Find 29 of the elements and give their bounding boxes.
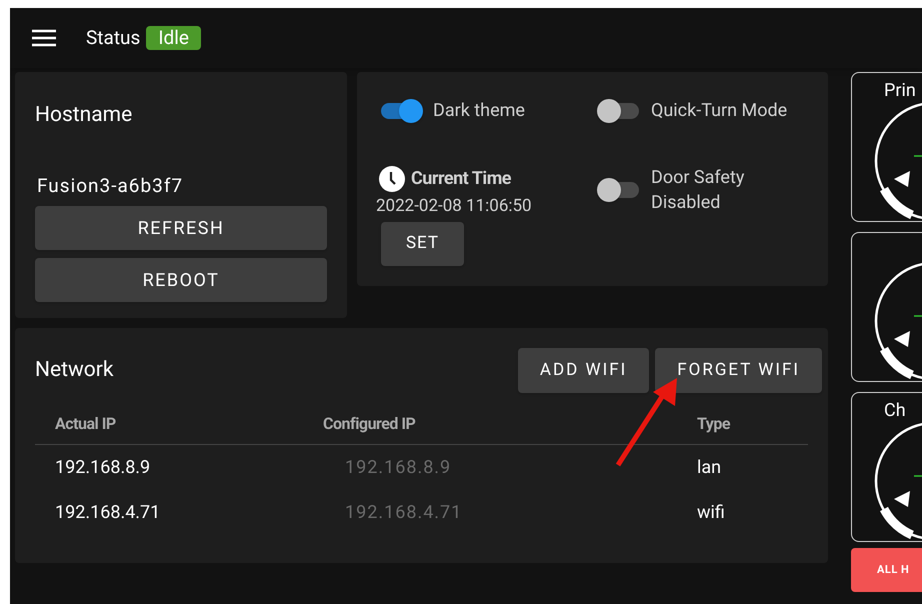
table-cell-text: wifi (697, 501, 725, 525)
column-header: Type (697, 412, 730, 434)
gauge-title: Prin (884, 79, 916, 103)
toggle-switch[interactable] (597, 100, 641, 120)
clock-icon (379, 166, 405, 192)
current-time: 2022-02-08 11:06:50 (376, 195, 533, 218)
card-title: Network (35, 356, 114, 384)
gauge-title: Ch (884, 399, 906, 423)
toggle-label: Door Safety Disabled (651, 166, 746, 216)
status-label: Status (86, 24, 140, 51)
toggle-switch[interactable] (597, 180, 641, 200)
table-cell-text: 192.168.8.9 (55, 456, 150, 480)
action-button[interactable]: REBOOT (35, 258, 327, 302)
toggle-label: Dark theme (433, 99, 525, 123)
time-title: Current Time (411, 167, 512, 192)
table-cell-text: 192.168.4.71 (55, 501, 160, 525)
toggle-label: Quick-Turn Mode (651, 99, 788, 123)
table-cell-text: lan (697, 456, 722, 480)
column-header: Configured IP (323, 412, 416, 434)
column-header: Actual IP (55, 412, 116, 434)
hostname-value: Fusion3-a6b3f7 (37, 172, 184, 198)
toggle-switch[interactable] (379, 100, 423, 120)
wifi-button[interactable]: FORGET WIFI (655, 348, 822, 393)
status-badge: Idle (146, 26, 201, 50)
menu-icon[interactable] (32, 29, 56, 47)
action-button[interactable]: REFRESH (35, 206, 327, 250)
wifi-button[interactable]: ADD WIFI (518, 348, 650, 393)
set-button[interactable]: SET (381, 222, 464, 266)
card-title: Hostname (35, 102, 134, 129)
